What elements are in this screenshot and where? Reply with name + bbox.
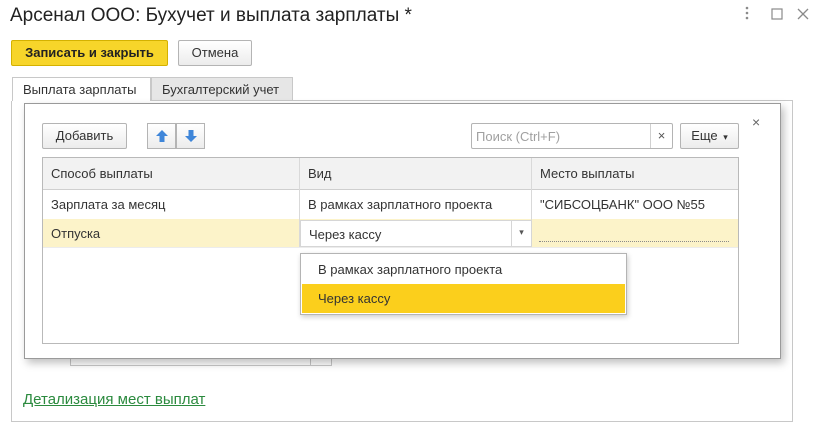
- popup-close-icon[interactable]: ×: [752, 114, 760, 130]
- search-clear-icon[interactable]: ×: [650, 124, 672, 148]
- dropdown-option[interactable]: В рамках зарплатного проекта: [302, 255, 625, 284]
- table-cell-method[interactable]: Отпуска: [51, 226, 100, 241]
- column-header-kind[interactable]: Вид: [308, 166, 332, 181]
- close-icon[interactable]: [794, 6, 812, 24]
- payment-methods-table: [42, 157, 739, 344]
- kind-select-editor[interactable]: Через кассу ▾: [300, 220, 532, 247]
- column-header-place[interactable]: Место выплаты: [540, 166, 634, 181]
- dropdown-option-selected[interactable]: Через кассу: [302, 284, 625, 313]
- more-label: Еще: [691, 128, 718, 143]
- maximize-icon[interactable]: [768, 6, 786, 24]
- chevron-down-icon: ▾: [723, 132, 728, 142]
- save-and-close-button[interactable]: Записать и закрыть: [11, 40, 168, 66]
- cancel-button[interactable]: Отмена: [178, 40, 252, 66]
- move-up-button[interactable]: [147, 123, 176, 149]
- move-down-button[interactable]: [176, 123, 205, 149]
- tab-salary-payment[interactable]: Выплата зарплаты: [12, 77, 151, 101]
- arrow-up-icon: [156, 130, 168, 142]
- row-divider: [43, 247, 738, 248]
- payment-places-detail-link[interactable]: Детализация мест выплат: [23, 391, 205, 408]
- kind-dropdown-list: В рамках зарплатного проекта Через кассу: [300, 253, 627, 315]
- chevron-down-icon[interactable]: ▾: [511, 221, 531, 246]
- arrow-down-icon: [185, 130, 197, 142]
- table-cell-kind[interactable]: В рамках зарплатного проекта: [308, 197, 492, 212]
- table-cell-place[interactable]: "СИБСОЦБАНК" ООО №55: [540, 197, 705, 212]
- search-placeholder: Поиск (Ctrl+F): [476, 129, 561, 144]
- search-input[interactable]: Поиск (Ctrl+F) ×: [471, 123, 673, 149]
- tab-accounting[interactable]: Бухгалтерский учет: [151, 77, 293, 101]
- column-header-method[interactable]: Способ выплаты: [51, 166, 153, 181]
- table-cell-method[interactable]: Зарплата за месяц: [51, 197, 166, 212]
- vertical-dots-icon[interactable]: [738, 6, 756, 24]
- place-input[interactable]: [539, 230, 729, 242]
- kind-select-value: Через кассу: [309, 227, 382, 242]
- more-button[interactable]: Еще ▾: [680, 123, 739, 149]
- add-button[interactable]: Добавить: [42, 123, 127, 149]
- window-title: Арсенал ООО: Бухучет и выплата зарплаты …: [10, 5, 412, 26]
